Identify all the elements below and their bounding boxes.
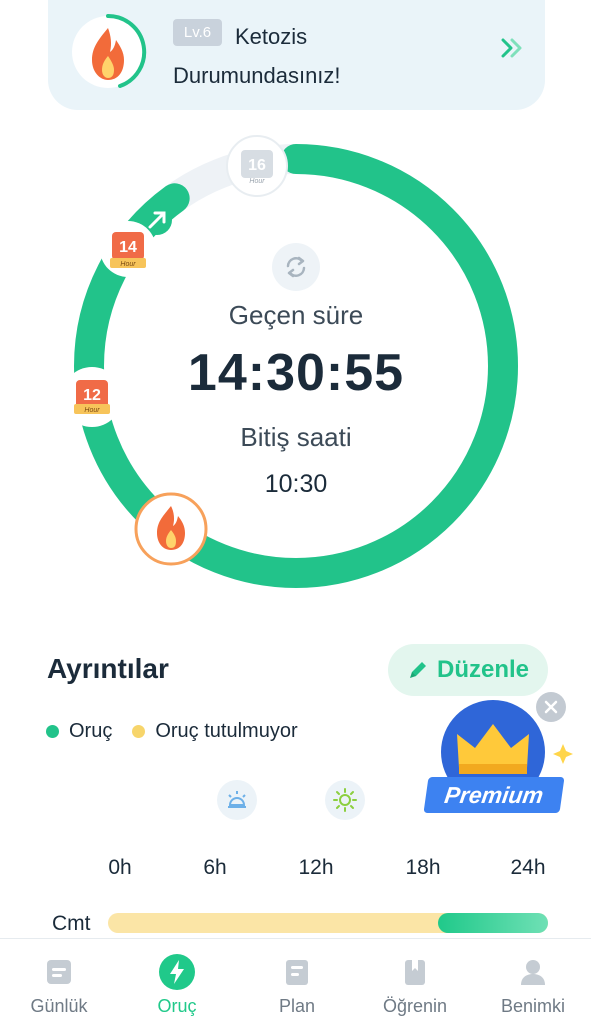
pencil-icon <box>409 662 426 678</box>
tab-gunluk-label: Günlük <box>30 996 88 1016</box>
tab-ogrenin[interactable]: Öğrenin <box>360 939 470 1025</box>
journal-icon <box>39 952 79 992</box>
bolt-icon <box>157 952 197 992</box>
end-time-value[interactable]: 10:30 <box>96 470 496 499</box>
sun-icon <box>325 780 365 820</box>
premium-label: Premium <box>423 777 565 813</box>
details-title: Ayrıntılar <box>47 653 169 684</box>
milestone-16-unit: Hour <box>249 178 265 185</box>
flame-marker-icon <box>134 492 208 566</box>
tab-ogrenin-label: Öğrenin <box>382 996 448 1016</box>
milestone-14-hours: 14 <box>119 239 137 256</box>
hour-label-6: 6h <box>203 856 227 879</box>
hour-label-24: 24h <box>510 856 546 879</box>
close-icon <box>544 700 558 714</box>
tab-benimki[interactable]: Benimki <box>478 939 588 1025</box>
milestone-16-icon: 16 Hour <box>226 135 288 197</box>
person-icon <box>513 952 553 992</box>
fasting-segment <box>438 913 548 933</box>
hour-label-18: 18h <box>405 856 441 879</box>
tab-oruc[interactable]: Oruç <box>122 939 232 1025</box>
day-bar[interactable] <box>108 913 548 933</box>
tab-plan[interactable]: Plan <box>242 939 352 1025</box>
edit-button-label: Düzenle <box>436 656 529 683</box>
plan-icon <box>277 952 317 992</box>
milestone-12-unit: Hour <box>84 407 100 414</box>
legend-not-fasting: Oruç tutulmuyor <box>132 720 298 743</box>
tab-benimki-label: Benimki <box>500 996 566 1016</box>
legend-fasting-label: Oruç <box>69 720 113 742</box>
refresh-icon <box>286 256 306 278</box>
elapsed-time: 14:30:55 <box>187 344 405 402</box>
tab-oruc-label: Oruç <box>157 996 197 1016</box>
elapsed-label: Geçen süre <box>228 300 364 330</box>
milestone-14-unit: Hour <box>120 261 136 268</box>
edit-button[interactable]: Düzenle <box>388 644 548 696</box>
milestone-16-hours: 16 <box>248 157 266 174</box>
close-button[interactable] <box>536 692 566 722</box>
tab-gunluk[interactable]: Günlük <box>4 939 114 1025</box>
bottom-tab-bar: Günlük Oruç Plan Öğrenin Benimki <box>0 938 591 1025</box>
premium-promo[interactable]: Premium <box>423 690 583 830</box>
legend: Oruç Oruç tutulmuyor <box>46 720 318 743</box>
bookmark-icon <box>395 952 435 992</box>
tab-plan-label: Plan <box>278 996 316 1016</box>
end-time-label: Bitiş saati <box>240 422 352 452</box>
day-label: Cmt <box>52 912 91 935</box>
hour-label-0: 0h <box>108 856 132 879</box>
milestone-14-icon: 14 Hour <box>100 221 156 277</box>
alarm-icon <box>217 780 257 820</box>
refresh-button[interactable] <box>272 243 320 291</box>
legend-fasting: Oruç <box>46 720 112 743</box>
legend-not-fasting-label: Oruç tutulmuyor <box>155 720 298 742</box>
legend-fasting-dot <box>46 725 59 738</box>
legend-not-fasting-dot <box>132 725 146 738</box>
hour-label-12: 12h <box>298 856 334 879</box>
